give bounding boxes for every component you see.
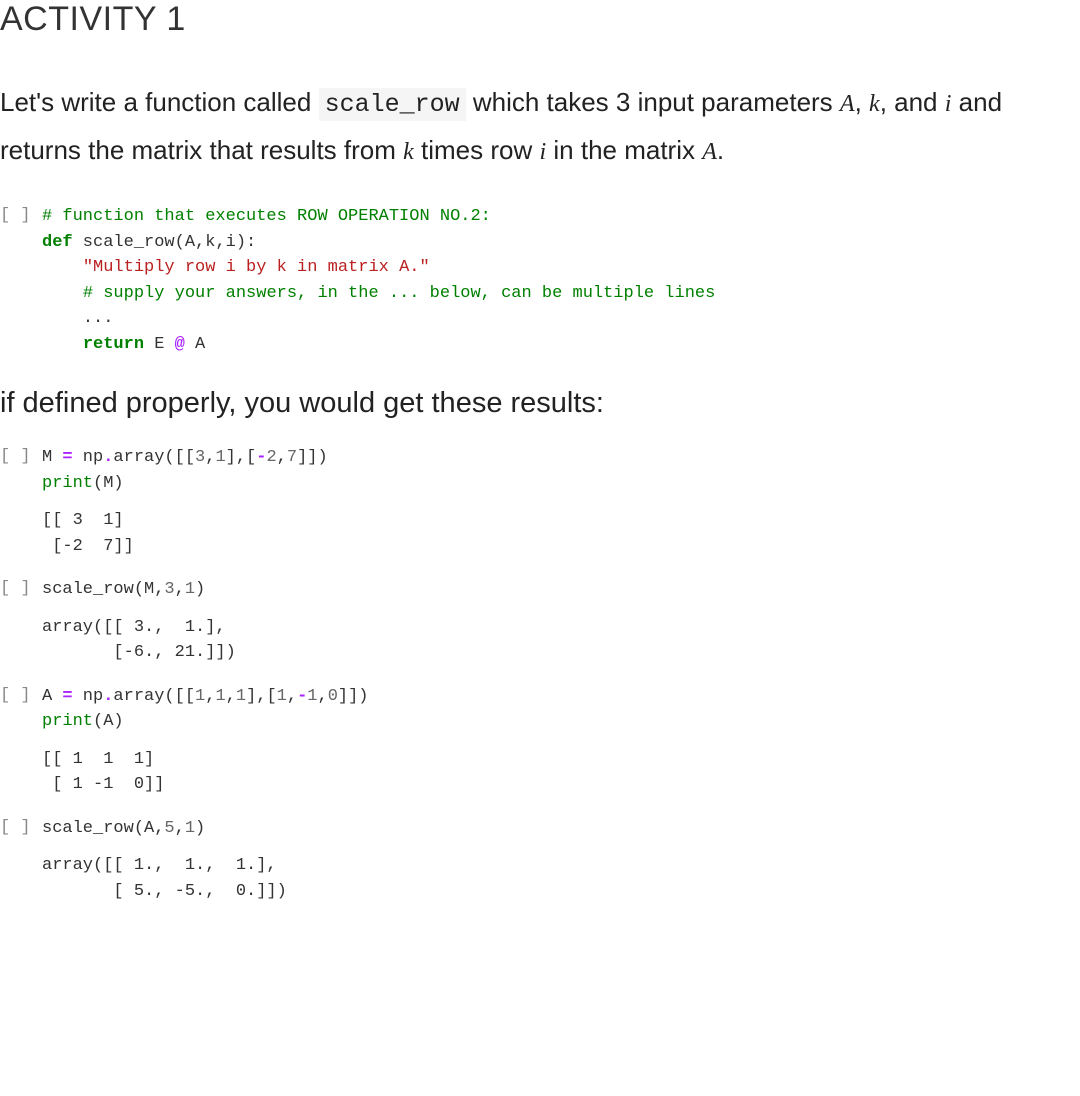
cell-content[interactable]: scale_row(M,3,1) array([[ 3., 1.], [-6.,… <box>42 577 1080 666</box>
code-number: 1 <box>215 448 225 467</box>
output-block: array([[ 1., 1., 1.], [ 5., -5., 0.]]) <box>42 853 1080 904</box>
code-text: ]]) <box>297 448 328 467</box>
cell-prompt: [ ] <box>0 577 42 666</box>
code-number: 1 <box>185 819 195 838</box>
code-block: M = np.array([[3,1],[-2,7]]) print(M) <box>42 445 1080 496</box>
code-comment: # supply your answers, in the ... below,… <box>83 284 716 303</box>
code-operator: = <box>62 448 72 467</box>
code-text: , <box>205 448 215 467</box>
code-cell: [ ] scale_row(A,5,1) array([[ 1., 1., 1.… <box>0 816 1080 905</box>
desc-text: , and <box>880 87 945 117</box>
code-operator: . <box>103 687 113 706</box>
activity-heading: ACTIVITY 1 <box>0 0 1080 39</box>
activity-description: Let's write a function called scale_row … <box>0 79 1080 174</box>
code-block: scale_row(M,3,1) <box>42 577 1080 603</box>
code-text: ... <box>83 309 114 328</box>
code-keyword: def <box>42 233 73 252</box>
code-keyword: return <box>83 335 144 354</box>
code-text: , <box>317 687 327 706</box>
cell-prompt: [ ] <box>0 684 42 798</box>
var-k: k <box>403 139 414 165</box>
code-number: 3 <box>164 580 174 599</box>
code-block: A = np.array([[1,1,1],[1,-1,0]]) print(A… <box>42 684 1080 735</box>
code-cell: [ ] # function that executes ROW OPERATI… <box>0 204 1080 357</box>
output-block: array([[ 3., 1.], [-6., 21.]]) <box>42 615 1080 666</box>
code-text: , <box>226 687 236 706</box>
desc-text: . <box>717 135 724 165</box>
code-number: 2 <box>266 448 276 467</box>
code-text: ],[ <box>226 448 257 467</box>
var-A: A <box>840 91 855 117</box>
code-text: , <box>277 448 287 467</box>
code-operator: . <box>103 448 113 467</box>
code-number: 5 <box>164 819 174 838</box>
desc-text: Let's write a function called <box>0 87 319 117</box>
code-builtin: print <box>42 712 93 731</box>
code-operator: @ <box>175 335 185 354</box>
code-text: ],[ <box>246 687 277 706</box>
code-block: scale_row(A,5,1) <box>42 816 1080 842</box>
code-text: (A) <box>93 712 124 731</box>
code-text: (M) <box>93 474 124 493</box>
code-text: np <box>73 448 104 467</box>
cell-content[interactable]: M = np.array([[3,1],[-2,7]]) print(M) [[… <box>42 445 1080 559</box>
code-text: M <box>42 448 62 467</box>
desc-code-inline: scale_row <box>319 88 466 121</box>
code-text: A <box>42 687 62 706</box>
code-text: ) <box>195 580 205 599</box>
code-text: , <box>205 687 215 706</box>
output-block: [[ 3 1] [-2 7]] <box>42 508 1080 559</box>
code-builtin: print <box>42 474 93 493</box>
code-number: 0 <box>328 687 338 706</box>
desc-text: , <box>855 87 869 117</box>
cell-content[interactable]: scale_row(A,5,1) array([[ 1., 1., 1.], [… <box>42 816 1080 905</box>
code-number: 1 <box>277 687 287 706</box>
code-number: 1 <box>195 687 205 706</box>
output-block: [[ 1 1 1] [ 1 -1 0]] <box>42 747 1080 798</box>
cell-prompt: [ ] <box>0 445 42 559</box>
code-cell: [ ] M = np.array([[3,1],[-2,7]]) print(M… <box>0 445 1080 559</box>
code-text: np <box>73 687 104 706</box>
code-text: ]]) <box>338 687 369 706</box>
code-text: , <box>175 580 185 599</box>
code-cell: [ ] A = np.array([[1,1,1],[1,-1,0]]) pri… <box>0 684 1080 798</box>
code-number: 3 <box>195 448 205 467</box>
cell-content[interactable]: # function that executes ROW OPERATION N… <box>42 204 1080 357</box>
code-text: ) <box>195 819 205 838</box>
code-text: scale_row(A,k,i): <box>73 233 257 252</box>
code-operator: = <box>62 687 72 706</box>
code-text: scale_row(M, <box>42 580 164 599</box>
code-number: 1 <box>215 687 225 706</box>
code-number: 7 <box>287 448 297 467</box>
code-block: # function that executes ROW OPERATION N… <box>42 204 1080 357</box>
code-text: E <box>144 335 175 354</box>
code-cell: [ ] scale_row(M,3,1) array([[ 3., 1.], [… <box>0 577 1080 666</box>
cell-prompt: [ ] <box>0 816 42 905</box>
var-k: k <box>869 91 880 117</box>
desc-text: times row <box>414 135 540 165</box>
code-text: , <box>287 687 297 706</box>
code-comment: # function that executes ROW OPERATION N… <box>42 207 491 226</box>
code-text: scale_row(A, <box>42 819 164 838</box>
code-text: array([[ <box>113 448 195 467</box>
cell-prompt: [ ] <box>0 204 42 357</box>
code-string: "Multiply row i by k in matrix A." <box>83 258 430 277</box>
desc-text: in the matrix <box>546 135 702 165</box>
code-number: 1 <box>185 580 195 599</box>
code-text: A <box>185 335 205 354</box>
var-A: A <box>702 139 717 165</box>
cell-content[interactable]: A = np.array([[1,1,1],[1,-1,0]]) print(A… <box>42 684 1080 798</box>
code-text: , <box>175 819 185 838</box>
code-text: array([[ <box>113 687 195 706</box>
desc-text: which takes 3 input parameters <box>466 87 840 117</box>
code-operator: - <box>256 448 266 467</box>
code-number: 1 <box>307 687 317 706</box>
results-heading: if defined properly, you would get these… <box>0 387 1080 420</box>
code-operator: - <box>297 687 307 706</box>
code-number: 1 <box>236 687 246 706</box>
